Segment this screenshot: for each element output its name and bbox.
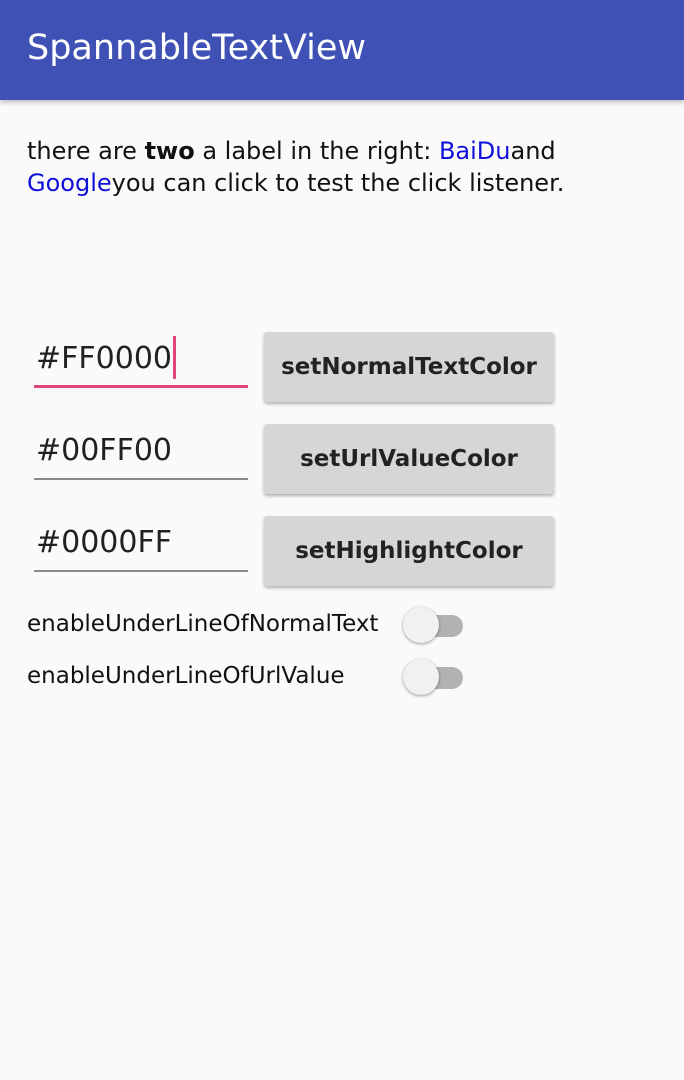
baidu-link[interactable]: BaiDu xyxy=(439,137,511,165)
set-highlight-color-button[interactable]: setHighlightColor xyxy=(264,516,554,586)
span-text-part4: you can click to test the click listener… xyxy=(111,169,565,197)
span-text-part2: a label in the right: xyxy=(194,137,439,165)
spannable-text-view: there are two a label in the right: BaiD… xyxy=(27,135,667,199)
switch-thumb xyxy=(403,607,439,643)
span-text-part3: and xyxy=(510,137,556,165)
normal-color-value: #FF0000 xyxy=(36,341,172,376)
highlight-color-value: #0000FF xyxy=(36,525,172,560)
app-title: SpannableTextView xyxy=(27,28,367,68)
switch-thumb xyxy=(403,659,439,695)
url-underline-label: enableUnderLineOfUrlValue xyxy=(27,663,345,689)
url-color-row: #00FF00 setUrlValueColor xyxy=(34,424,554,496)
url-color-input[interactable]: #00FF00 xyxy=(34,428,248,480)
set-normal-text-color-button[interactable]: setNormalTextColor xyxy=(264,332,554,402)
normal-color-row: #FF0000 setNormalTextColor xyxy=(34,332,554,404)
google-link[interactable]: Google xyxy=(27,169,112,197)
span-text-bold: two xyxy=(144,137,195,165)
normal-underline-row: enableUnderLineOfNormalText xyxy=(27,603,477,647)
app-toolbar: SpannableTextView xyxy=(0,0,684,100)
set-url-value-color-button[interactable]: setUrlValueColor xyxy=(264,424,554,494)
text-cursor xyxy=(173,336,176,379)
url-underline-row: enableUnderLineOfUrlValue xyxy=(27,655,477,699)
normal-underline-switch[interactable] xyxy=(403,607,465,643)
url-color-value: #00FF00 xyxy=(36,433,172,468)
normal-color-input[interactable]: #FF0000 xyxy=(34,336,248,388)
highlight-color-input[interactable]: #0000FF xyxy=(34,520,248,572)
highlight-color-row: #0000FF setHighlightColor xyxy=(34,516,554,588)
normal-underline-label: enableUnderLineOfNormalText xyxy=(27,611,379,637)
url-underline-switch[interactable] xyxy=(403,659,465,695)
span-text-part1: there are xyxy=(27,137,145,165)
